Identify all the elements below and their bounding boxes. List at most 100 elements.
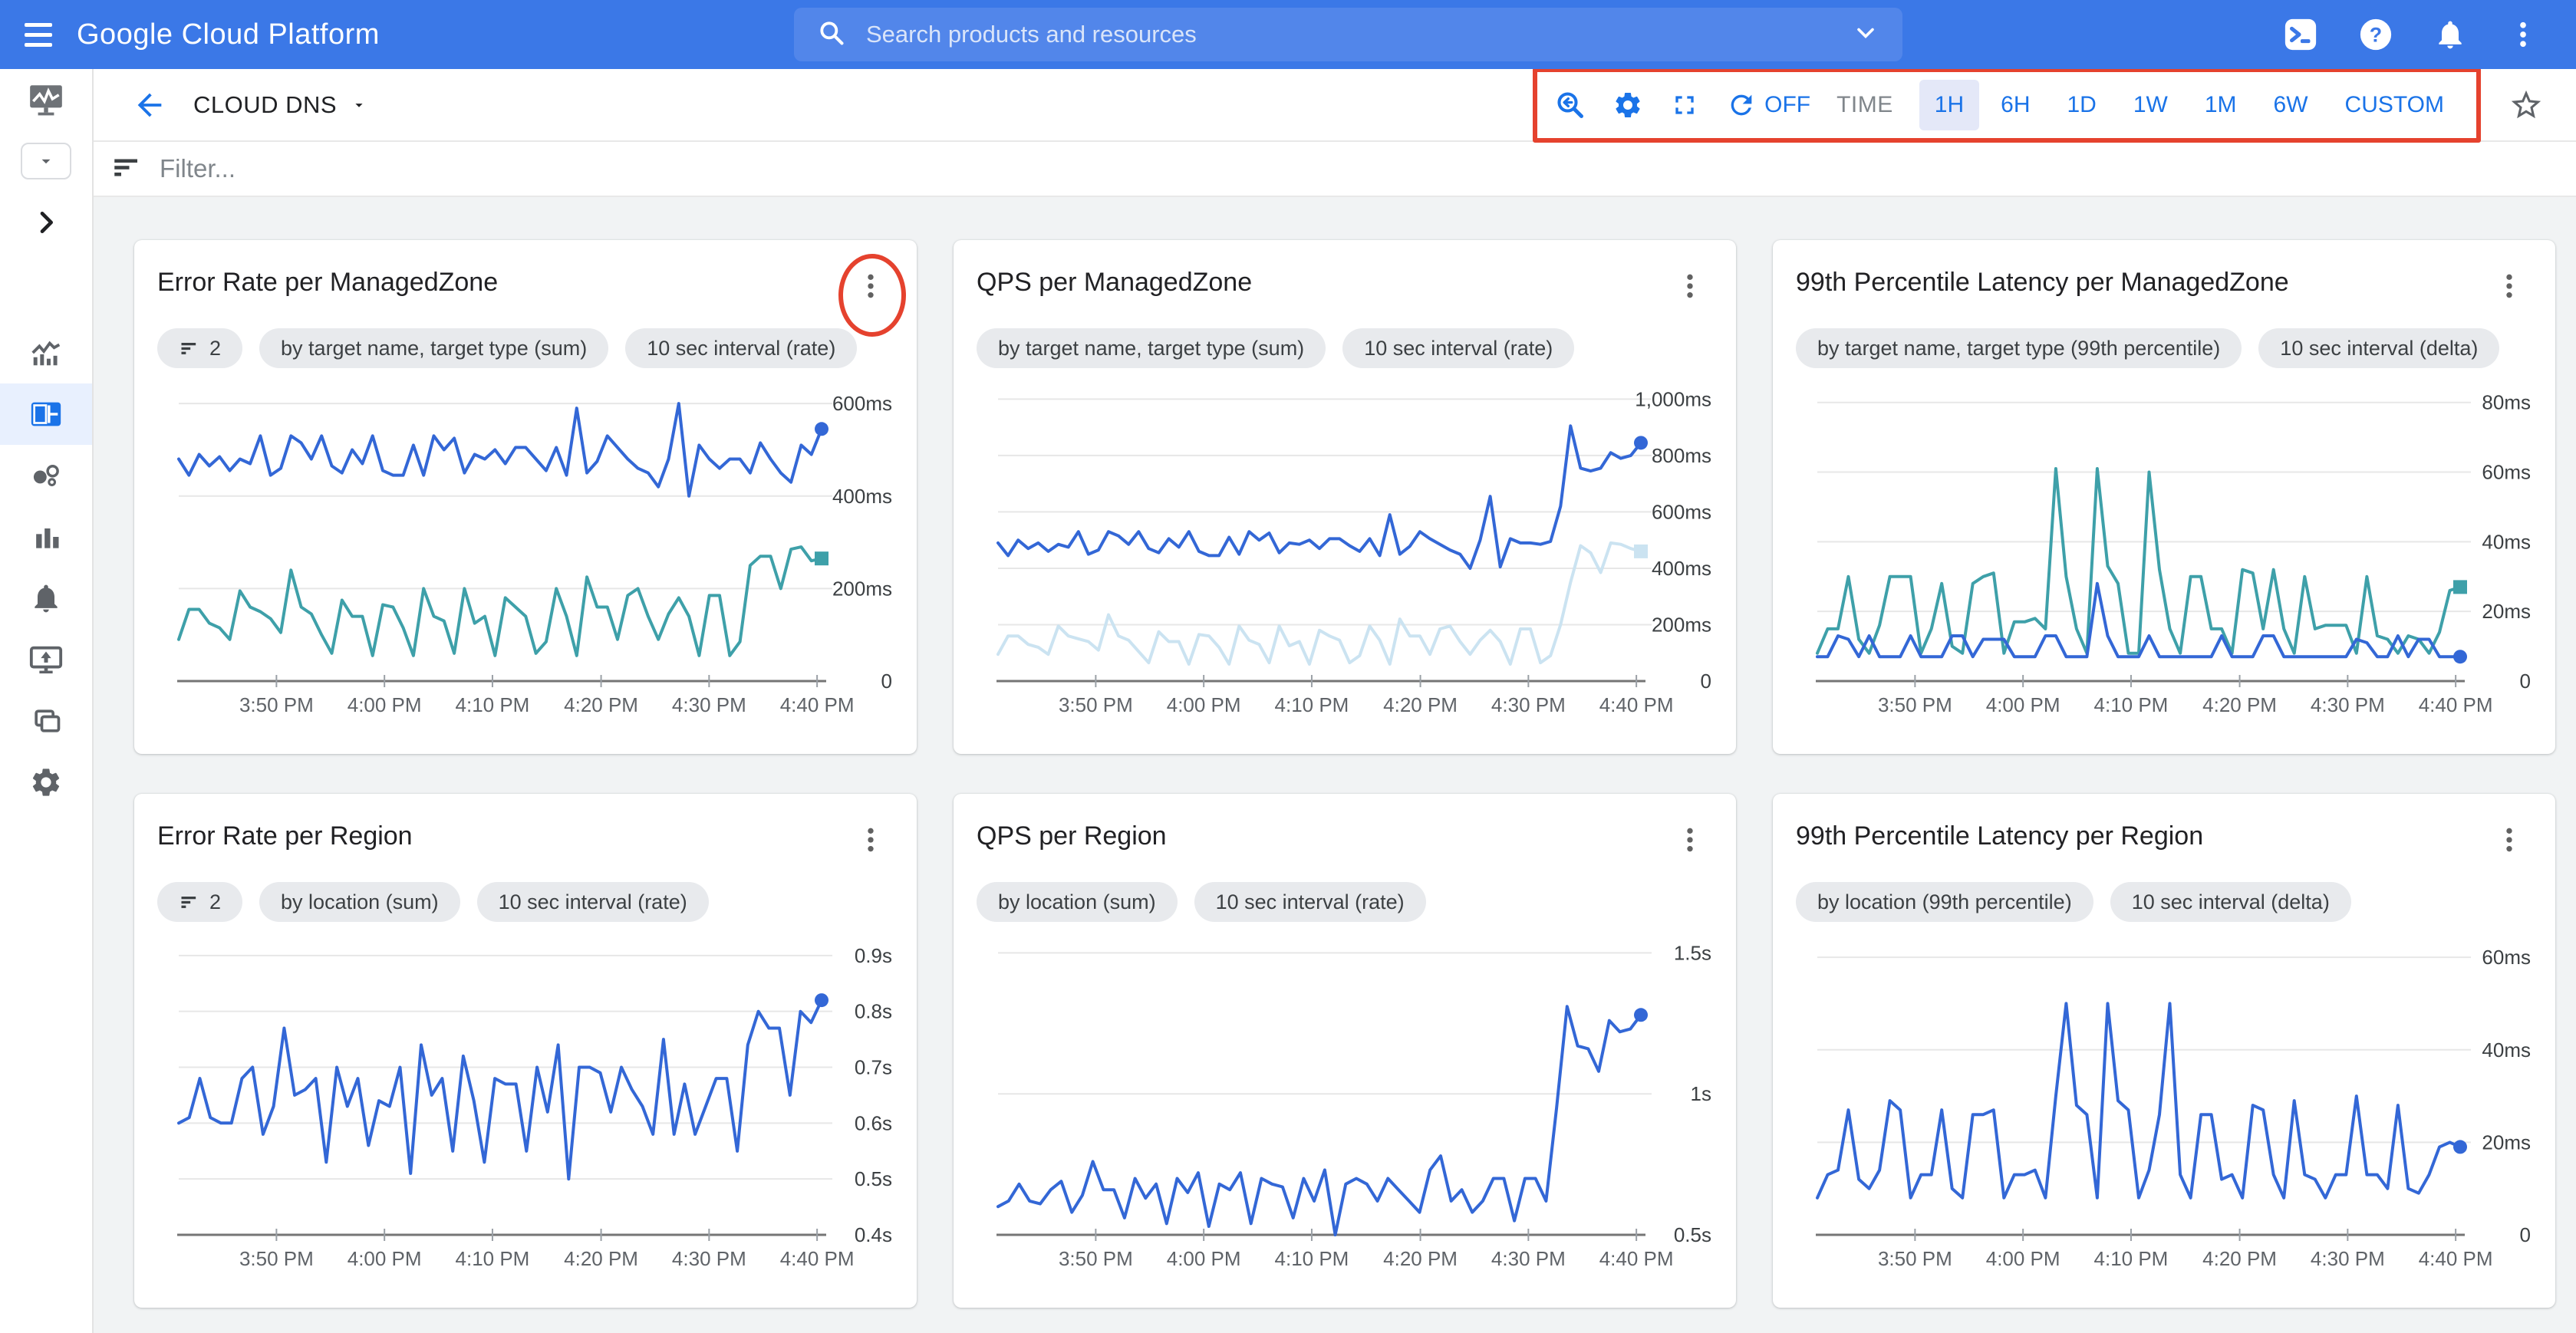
back-arrow-icon[interactable]	[132, 87, 167, 123]
svg-text:4:40 PM: 4:40 PM	[780, 693, 855, 716]
svg-text:4:00 PM: 4:00 PM	[348, 1247, 422, 1270]
help-icon[interactable]: ?	[2358, 17, 2393, 52]
rail-item-services[interactable]	[0, 445, 92, 506]
chart-menu-button[interactable]	[1667, 268, 1713, 308]
chart-interval-chip: 10 sec interval (delta)	[2258, 328, 2499, 368]
chart-menu-button[interactable]	[848, 268, 894, 308]
rail-item-uptime-checks[interactable]	[0, 629, 92, 690]
auto-refresh-button[interactable]: OFF	[1726, 90, 1810, 120]
notifications-icon[interactable]	[2433, 18, 2467, 51]
chart-card: 99th Percentile Latency per ManagedZone …	[1773, 240, 2555, 754]
chart-interval-chip: 10 sec interval (rate)	[1194, 882, 1426, 922]
svg-text:3:50 PM: 3:50 PM	[239, 693, 314, 716]
settings-gear-icon[interactable]	[1612, 90, 1643, 120]
chart-card: QPS per ManagedZone by target name, targ…	[954, 240, 1736, 754]
chart-filter-chip[interactable]: 2	[157, 882, 242, 922]
svg-text:4:40 PM: 4:40 PM	[2419, 693, 2493, 716]
svg-text:4:40 PM: 4:40 PM	[2419, 1247, 2493, 1270]
svg-text:0.4s: 0.4s	[855, 1223, 892, 1246]
rail-item-settings[interactable]	[0, 752, 92, 813]
chart-chips: by location (99th percentile)10 sec inte…	[1796, 882, 2532, 922]
svg-text:0: 0	[2520, 670, 2531, 693]
svg-text:4:30 PM: 4:30 PM	[1491, 693, 1566, 716]
dashboard-grid: Error Rate per ManagedZone 2by target na…	[94, 197, 2576, 1333]
chart-title: 99th Percentile Latency per Region	[1796, 821, 2203, 851]
expand-rail-button[interactable]	[0, 192, 92, 253]
chart-menu-button[interactable]	[1667, 821, 1713, 862]
more-vert-icon[interactable]	[2507, 18, 2539, 51]
svg-text:4:00 PM: 4:00 PM	[1986, 1247, 2060, 1270]
chart-interval-chip: 10 sec interval (rate)	[477, 882, 709, 922]
svg-text:4:20 PM: 4:20 PM	[564, 1247, 638, 1270]
refresh-icon	[1726, 90, 1757, 120]
time-range-1w[interactable]: 1W	[2118, 80, 2183, 130]
svg-text:?: ?	[2370, 24, 2382, 47]
rail-item-metrics-explorer[interactable]	[0, 506, 92, 568]
chevron-down-icon[interactable]	[1852, 19, 1879, 51]
filter-icon	[110, 151, 143, 187]
fullscreen-icon[interactable]	[1669, 90, 1700, 120]
search-input[interactable]: Search products and resources	[794, 8, 1902, 61]
svg-text:60ms: 60ms	[2482, 461, 2531, 484]
chart-filter-chip[interactable]: 2	[157, 328, 242, 368]
time-controls: OFF TIME 1H6H1D1W1M6WCUSTOM	[1533, 67, 2481, 143]
chart-groupby-chip: by location (sum)	[977, 882, 1178, 922]
scope-picker-button[interactable]	[0, 130, 92, 192]
rail-item-alerting[interactable]	[0, 568, 92, 629]
cloud-shell-icon[interactable]	[2283, 17, 2318, 52]
rail-item-groups[interactable]	[0, 690, 92, 752]
time-range-1h[interactable]: 1H	[1919, 80, 1979, 130]
time-range-6w[interactable]: 6W	[2258, 80, 2324, 130]
chart-menu-button[interactable]	[2486, 821, 2532, 862]
auto-refresh-state: OFF	[1764, 92, 1810, 118]
time-range-custom[interactable]: CUSTOM	[2330, 80, 2459, 130]
caret-down-icon	[351, 97, 367, 114]
svg-text:0.6s: 0.6s	[855, 1111, 892, 1134]
star-icon[interactable]	[2508, 87, 2544, 123]
chart-card: 99th Percentile Latency per Region by lo…	[1773, 794, 2555, 1308]
chart-plot: 1,000ms800ms600ms400ms200ms03:50 PM4:00 …	[977, 374, 1713, 720]
chart-groupby-chip: by target name, target type (99th percen…	[1796, 328, 2242, 368]
svg-text:0: 0	[2520, 1223, 2531, 1246]
filter-icon	[179, 337, 200, 359]
zoom-reset-icon[interactable]	[1554, 89, 1586, 121]
svg-text:4:40 PM: 4:40 PM	[780, 1247, 855, 1270]
time-range-1d[interactable]: 1D	[2052, 80, 2112, 130]
more-vert-icon	[1675, 824, 1705, 855]
time-range-1m[interactable]: 1M	[2189, 80, 2252, 130]
chart-plot: 600ms400ms200ms03:50 PM4:00 PM4:10 PM4:2…	[157, 374, 894, 720]
svg-text:400ms: 400ms	[1652, 557, 1711, 580]
filter-icon	[179, 891, 200, 913]
more-vert-icon	[1675, 271, 1705, 301]
chart-title: 99th Percentile Latency per ManagedZone	[1796, 268, 2289, 298]
chart-plot: 60ms40ms20ms03:50 PM4:00 PM4:10 PM4:20 P…	[1796, 928, 2532, 1274]
svg-text:4:30 PM: 4:30 PM	[672, 1247, 746, 1270]
svg-text:400ms: 400ms	[832, 485, 892, 508]
svg-text:4:10 PM: 4:10 PM	[2094, 693, 2169, 716]
left-rail	[0, 69, 94, 1333]
chart-chips: by location (sum) 10 sec interval (rate)	[977, 882, 1713, 922]
chart-menu-button[interactable]	[848, 821, 894, 862]
svg-text:20ms: 20ms	[2482, 600, 2531, 623]
time-label: TIME	[1836, 92, 1893, 118]
svg-text:0.8s: 0.8s	[855, 1000, 892, 1023]
svg-text:0: 0	[881, 670, 892, 693]
svg-text:0.5s: 0.5s	[1674, 1223, 1711, 1246]
time-range-6h[interactable]: 6H	[1985, 80, 2045, 130]
more-vert-icon	[855, 271, 886, 301]
chart-chips: 2by target name, target type (sum)10 sec…	[157, 328, 894, 368]
chart-plot: 1.5s1s0.5s3:50 PM4:00 PM4:10 PM4:20 PM4:…	[977, 928, 1713, 1274]
chart-menu-button[interactable]	[2486, 268, 2532, 308]
svg-text:4:30 PM: 4:30 PM	[2311, 693, 2385, 716]
rail-item-overview[interactable]	[0, 322, 92, 383]
filter-bar[interactable]: Filter...	[94, 142, 2576, 197]
chart-title: QPS per ManagedZone	[977, 268, 1252, 298]
svg-text:3:50 PM: 3:50 PM	[239, 1247, 314, 1270]
svg-text:60ms: 60ms	[2482, 946, 2531, 969]
rail-item-dashboards[interactable]	[0, 383, 92, 445]
dashboard-context-dropdown[interactable]: CLOUD DNS	[193, 91, 367, 119]
svg-text:4:10 PM: 4:10 PM	[1275, 1247, 1349, 1270]
chart-chips: 2by location (sum)10 sec interval (rate)	[157, 882, 894, 922]
menu-icon[interactable]	[0, 23, 77, 47]
svg-text:4:20 PM: 4:20 PM	[1383, 693, 1458, 716]
